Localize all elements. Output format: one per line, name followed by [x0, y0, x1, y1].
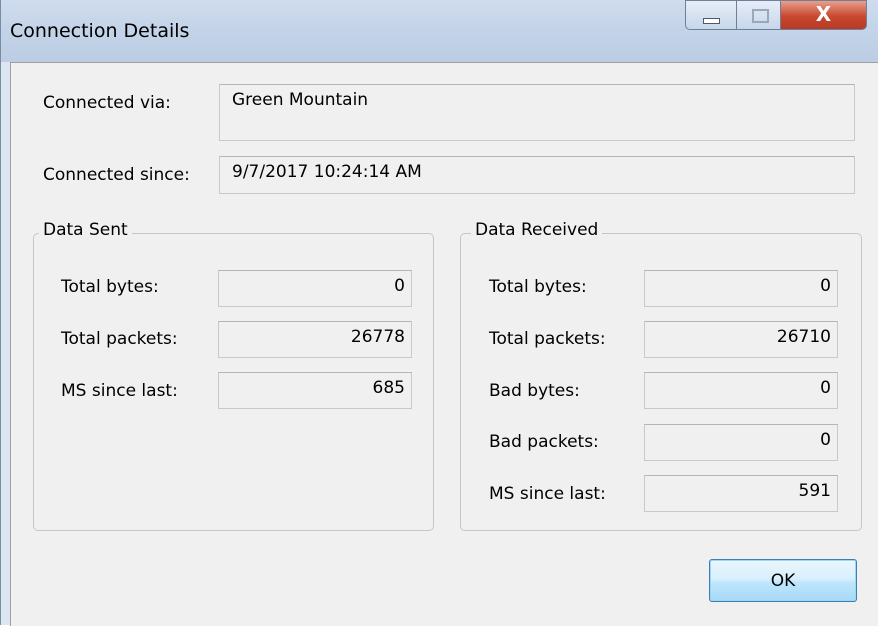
close-button[interactable]: X — [780, 0, 867, 30]
minimize-icon — [703, 18, 720, 24]
sent-ms-since-last-field: 685 — [218, 372, 412, 409]
dialog-client-area: Connected via: Green Mountain Connected … — [10, 62, 878, 626]
sent-total-bytes-label: Total bytes: — [61, 277, 159, 297]
received-bad-packets-label: Bad packets: — [489, 432, 599, 452]
connected-via-field: Green Mountain — [219, 84, 855, 141]
received-total-packets-field: 26710 — [644, 321, 838, 358]
maximize-icon — [752, 9, 769, 23]
received-bad-bytes-label: Bad bytes: — [489, 381, 580, 401]
received-bad-packets-field: 0 — [644, 424, 838, 461]
received-ms-since-last-field: 591 — [644, 475, 838, 512]
connection-details-window: Connection Details X Connected via: Gree… — [0, 0, 878, 626]
received-total-packets-label: Total packets: — [489, 329, 606, 349]
maximize-button — [736, 0, 781, 30]
sent-total-bytes-field: 0 — [218, 270, 412, 307]
minimize-button[interactable] — [685, 0, 737, 30]
data-received-title: Data Received — [471, 220, 603, 240]
received-total-bytes-field: 0 — [644, 270, 838, 307]
sent-ms-since-last-label: MS since last: — [61, 381, 178, 401]
connected-via-label: Connected via: — [43, 93, 171, 113]
data-sent-title: Data Sent — [39, 220, 132, 240]
received-ms-since-last-label: MS since last: — [489, 484, 606, 504]
received-bad-bytes-field: 0 — [644, 372, 838, 409]
connected-since-field: 9/7/2017 10:24:14 AM — [219, 156, 855, 194]
close-icon: X — [815, 2, 832, 26]
title-bar[interactable]: Connection Details X — [1, 0, 878, 62]
received-total-bytes-label: Total bytes: — [489, 277, 587, 297]
sent-total-packets-field: 26778 — [218, 321, 412, 358]
sent-total-packets-label: Total packets: — [61, 329, 178, 349]
ok-button[interactable]: OK — [709, 559, 857, 602]
window-title: Connection Details — [10, 20, 190, 42]
connected-since-label: Connected since: — [43, 165, 190, 185]
